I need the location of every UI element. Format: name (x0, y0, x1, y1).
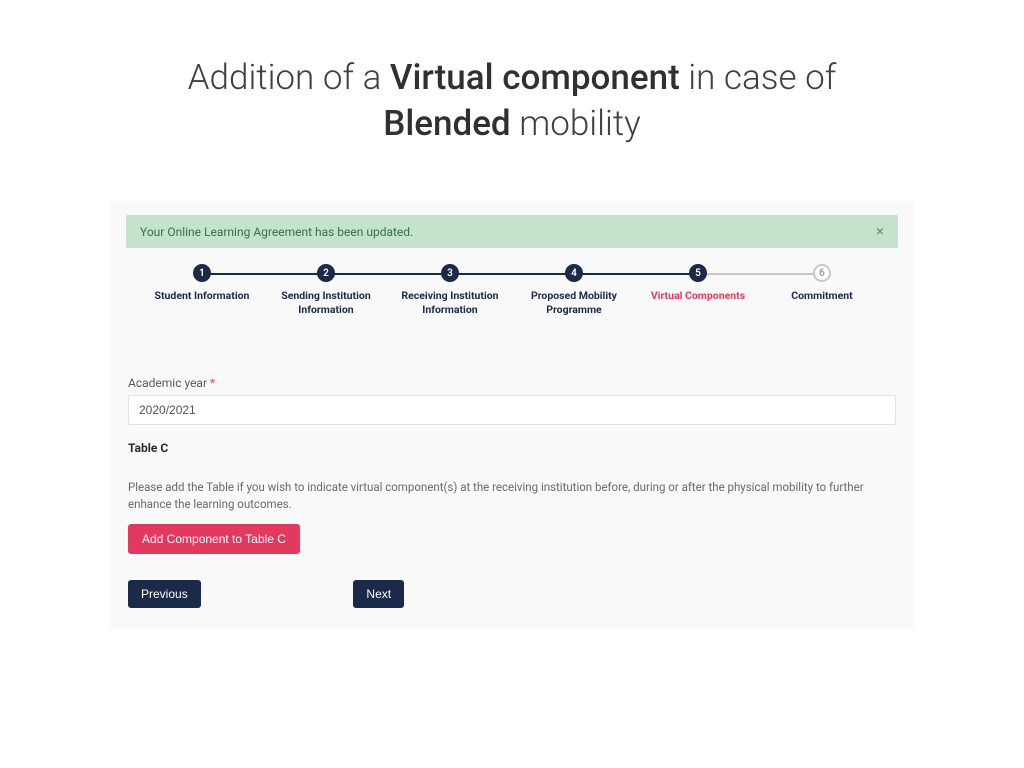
alert-message: Your Online Learning Agreement has been … (140, 225, 413, 239)
close-icon[interactable]: × (876, 224, 884, 239)
title-bold2: Blended (383, 103, 510, 144)
step-2[interactable]: 2 Sending Institution Information (264, 264, 388, 317)
previous-button[interactable]: Previous (128, 580, 201, 608)
step-1[interactable]: 1 Student Information (140, 264, 264, 317)
slide-title: Addition of a Virtual component in case … (0, 0, 1024, 146)
title-part1: Addition of a (188, 57, 390, 98)
success-alert: Your Online Learning Agreement has been … (126, 215, 898, 248)
form-panel: Your Online Learning Agreement has been … (110, 201, 914, 628)
title-part3: mobility (511, 103, 641, 144)
step-label: Commitment (791, 289, 853, 303)
next-button[interactable]: Next (353, 580, 404, 608)
nav-row: Previous Next (128, 580, 896, 608)
step-label: Receiving Institution Information (395, 289, 505, 317)
step-label: Sending Institution Information (271, 289, 381, 317)
required-mark: * (210, 376, 215, 390)
step-5[interactable]: 5 Virtual Components (636, 264, 760, 317)
step-circle: 3 (441, 264, 459, 282)
label-text: Academic year (128, 376, 207, 390)
step-label: Student Information (155, 289, 250, 303)
add-component-button[interactable]: Add Component to Table C (128, 524, 300, 554)
table-c-title: Table C (128, 441, 896, 455)
title-part2: in case of (680, 57, 837, 98)
step-circle: 1 (193, 264, 211, 282)
step-6[interactable]: 6 Commitment (760, 264, 884, 317)
progress-stepper: 1 Student Information 2 Sending Institut… (140, 264, 884, 324)
step-3[interactable]: 3 Receiving Institution Information (388, 264, 512, 317)
form-area: Academic year * Table C Please add the T… (120, 336, 904, 608)
step-circle: 4 (565, 264, 583, 282)
step-circle: 2 (317, 264, 335, 282)
step-circle: 5 (689, 264, 707, 282)
title-bold1: Virtual component (390, 57, 680, 98)
academic-year-label: Academic year * (128, 376, 896, 390)
step-label: Proposed Mobility Programme (519, 289, 629, 317)
step-4[interactable]: 4 Proposed Mobility Programme (512, 264, 636, 317)
table-c-help: Please add the Table if you wish to indi… (128, 479, 896, 514)
step-circle: 6 (813, 264, 831, 282)
academic-year-input[interactable] (128, 395, 896, 425)
step-label: Virtual Components (651, 289, 745, 303)
